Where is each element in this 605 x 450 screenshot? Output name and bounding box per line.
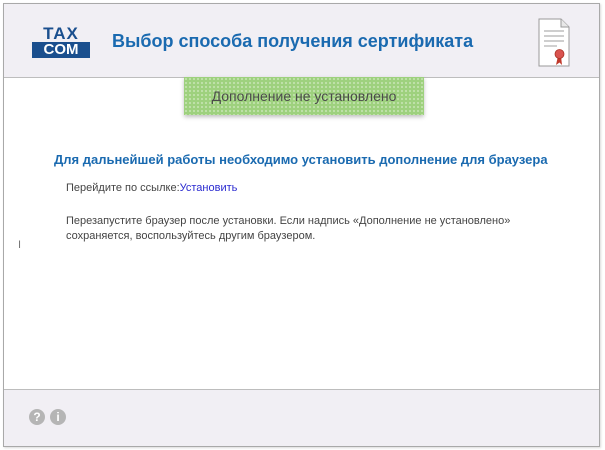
- restart-instruction-line-2: сохраняется, воспользуйтесь другим брауз…: [66, 230, 316, 242]
- logo-com-text: COM: [32, 42, 90, 58]
- help-icon[interactable]: ?: [29, 409, 45, 425]
- page-title: Выбор способа получения сертификата: [112, 31, 474, 51]
- install-instruction: Перейдите по ссылке:Установить: [66, 182, 237, 194]
- restart-instruction-line-1: Перезапустите браузер после установки. Е…: [66, 215, 511, 227]
- logo-tax-text: TAX: [43, 24, 79, 43]
- footer: ? i: [4, 389, 599, 446]
- install-link[interactable]: Установить: [180, 182, 238, 194]
- goto-link-prefix: Перейдите по ссылке:: [66, 182, 180, 194]
- info-icon[interactable]: i: [50, 409, 66, 425]
- addon-status-badge: Дополнение не установлено: [184, 77, 424, 115]
- text-cursor-icon: I: [18, 239, 22, 251]
- certificate-document-icon: [538, 18, 570, 67]
- taxcom-logo: TAX COM: [30, 24, 92, 59]
- install-addon-heading: Для дальнейшей работы необходимо установ…: [54, 152, 548, 167]
- header: TAX COM Выбор способа получения сертифик…: [4, 4, 599, 78]
- dialog-window: TAX COM Выбор способа получения сертифик…: [3, 3, 600, 447]
